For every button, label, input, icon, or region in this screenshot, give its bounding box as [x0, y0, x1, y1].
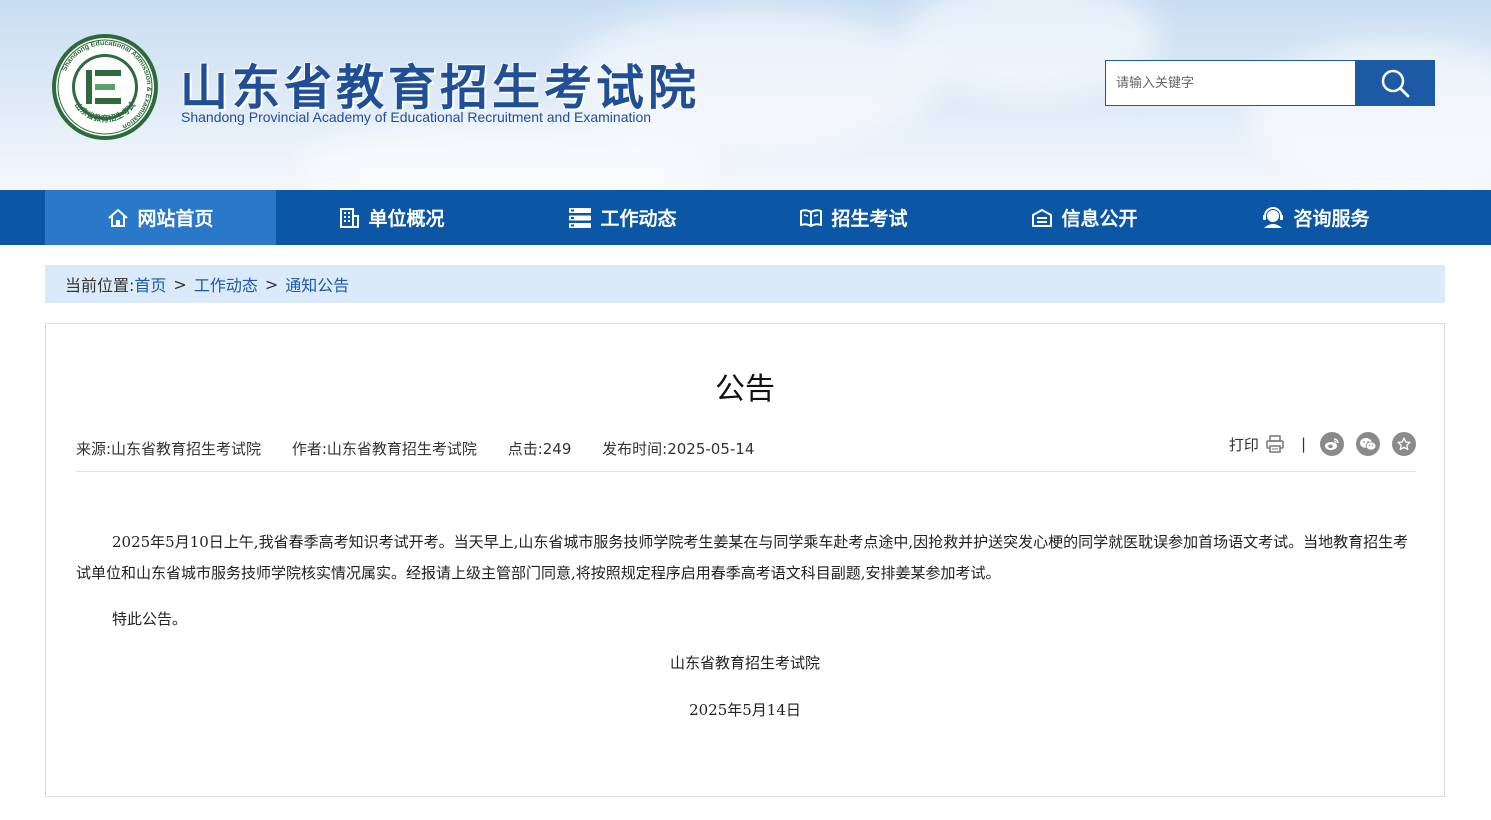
nav-item-about[interactable]: 单位概况 — [276, 190, 507, 245]
nav-item-label: 单位概况 — [368, 208, 445, 230]
breadcrumb: 当前位置: 首页 > 工作动态 > 通知公告 — [45, 265, 1445, 303]
article-paragraph: 特此公告。 — [112, 610, 188, 628]
list-icon — [569, 207, 592, 228]
article-source: 来源:山东省教育招生考试院 — [76, 440, 262, 458]
support-icon — [1263, 206, 1284, 228]
site-logo[interactable]: Shandong Educational Admission & Examina… — [50, 32, 160, 142]
site-title-en: Shandong Provincial Academy of Education… — [181, 109, 652, 125]
breadcrumb-link-news[interactable]: 工作动态 — [194, 272, 258, 296]
article-body: 2025年5月10日上午,我省春季高考知识考试开考。当天早上,山东省城市服务技师… — [76, 527, 1416, 635]
nav-item-exams[interactable]: 招生考试 — [738, 190, 969, 245]
favorite-button[interactable] — [1392, 432, 1416, 456]
breadcrumb-link-home[interactable]: 首页 — [134, 272, 166, 296]
star-icon — [1397, 437, 1411, 451]
article-sign-date: 2025年5月14日 — [689, 701, 801, 719]
article-container: 公告 来源:山东省教育招生考试院 作者:山东省教育招生考试院 点击:249 发布… — [45, 323, 1445, 797]
site-header: Shandong Educational Admission & Examina… — [0, 0, 1491, 190]
main-nav: 网站首页 单位概况 工作动态 招生考试 信息公开 咨询服务 — [0, 190, 1491, 245]
article-date: 发布时间:2025-05-14 — [602, 440, 755, 458]
nav-item-disclosure[interactable]: 信息公开 — [969, 190, 1200, 245]
nav-item-label: 信息公开 — [1061, 208, 1138, 230]
share-weibo-button[interactable] — [1320, 432, 1344, 456]
breadcrumb-separator: > — [264, 274, 279, 294]
search-bar — [1105, 60, 1435, 106]
nav-item-label: 工作动态 — [600, 208, 677, 230]
nav-item-consult[interactable]: 咨询服务 — [1200, 190, 1431, 245]
logo-emblem-icon: Shandong Educational Admission & Examina… — [52, 34, 158, 140]
building-icon — [340, 207, 360, 228]
nav-item-news[interactable]: 工作动态 — [507, 190, 738, 245]
breadcrumb-link-notices[interactable]: 通知公告 — [285, 272, 349, 296]
printer-icon — [1266, 435, 1284, 453]
share-wechat-button[interactable] — [1356, 432, 1380, 456]
wechat-icon — [1360, 438, 1377, 451]
article-meta: 来源:山东省教育招生考试院 作者:山东省教育招生考试院 点击:249 发布时间:… — [76, 432, 1416, 472]
article-paragraph: 2025年5月10日上午,我省春季高考知识考试开考。当天早上,山东省城市服务技师… — [76, 533, 1409, 582]
home-icon — [108, 208, 129, 227]
search-button[interactable] — [1355, 60, 1435, 106]
site-title[interactable]: 山东省教育招生考试院 — [180, 48, 700, 118]
meta-divider: | — [1300, 435, 1306, 453]
breadcrumb-separator: > — [173, 274, 187, 294]
breadcrumb-prefix: 当前位置: — [65, 276, 135, 295]
info-icon — [1032, 208, 1053, 227]
article-signature: 山东省教育招生考试院 — [669, 654, 820, 672]
nav-item-label: 网站首页 — [137, 208, 214, 230]
nav-item-label: 咨询服务 — [1293, 208, 1370, 230]
article-clicks: 点击:249 — [507, 440, 572, 458]
weibo-icon — [1325, 438, 1339, 450]
nav-item-label: 招生考试 — [831, 208, 908, 230]
nav-item-home[interactable]: 网站首页 — [45, 190, 276, 245]
article-author: 作者:山东省教育招生考试院 — [291, 440, 477, 458]
search-input[interactable] — [1105, 60, 1355, 106]
print-button[interactable]: 打印 — [1229, 434, 1285, 455]
search-icon — [1381, 69, 1410, 98]
article-title: 公告 — [715, 372, 775, 407]
print-label: 打印 — [1228, 435, 1259, 454]
book-icon — [800, 208, 823, 227]
